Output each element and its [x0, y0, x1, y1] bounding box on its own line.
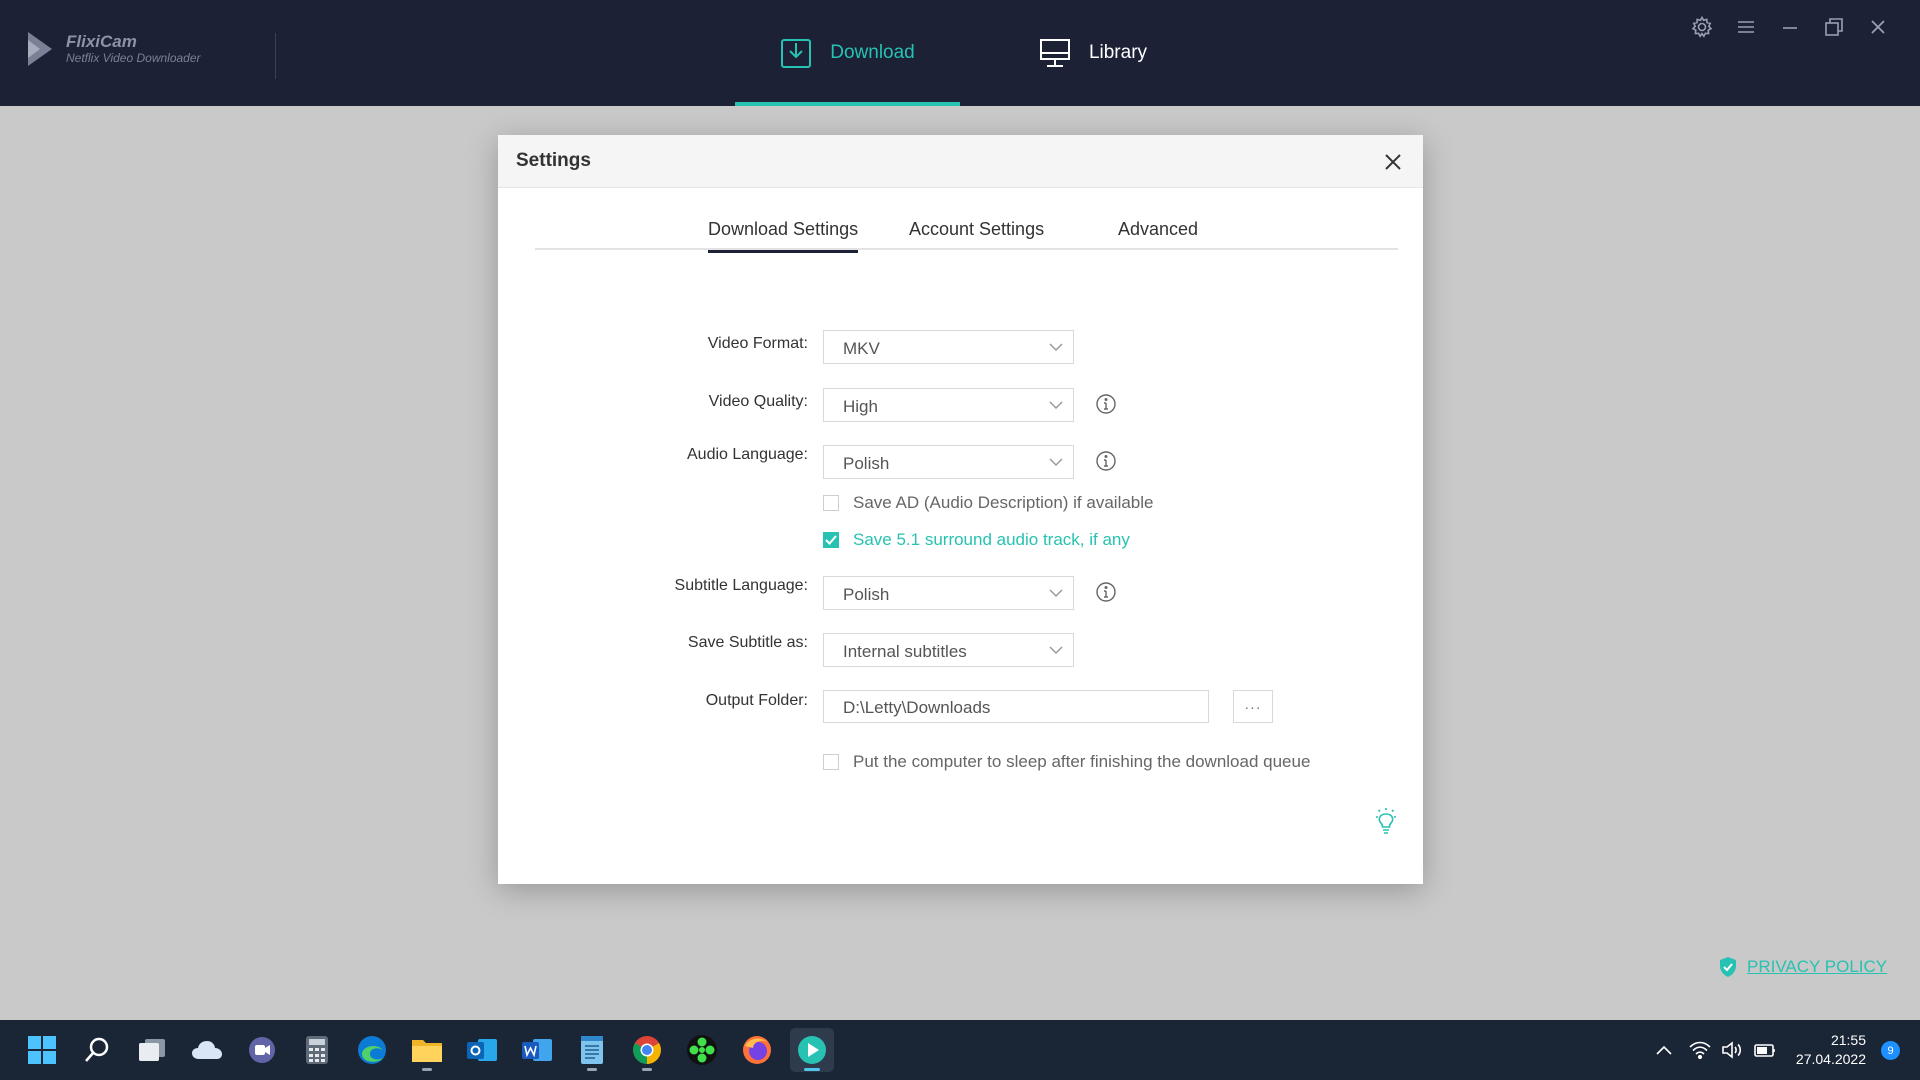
notepad-icon[interactable]	[570, 1028, 614, 1072]
header-divider	[275, 33, 276, 79]
edge-icon[interactable]	[350, 1028, 394, 1072]
chevron-down-icon	[1049, 589, 1063, 598]
app-header: FlixiCam Netflix Video Downloader Downlo…	[0, 0, 1920, 106]
chevron-up-icon[interactable]	[1655, 1044, 1673, 1056]
flixicam-icon[interactable]	[790, 1028, 834, 1072]
gear-icon[interactable]	[1680, 14, 1724, 40]
file-explorer-icon[interactable]	[405, 1028, 449, 1072]
privacy-policy-link[interactable]: PRIVACY POLICY	[1719, 956, 1887, 978]
restore-icon[interactable]	[1812, 14, 1856, 40]
info-icon[interactable]	[1095, 581, 1117, 603]
chrome-icon[interactable]	[625, 1028, 669, 1072]
wifi-icon[interactable]	[1689, 1041, 1711, 1059]
save-ad-checkbox[interactable]	[823, 495, 839, 511]
save-ad-label: Save AD (Audio Description) if available	[853, 493, 1154, 512]
teams-chat-icon[interactable]	[240, 1028, 284, 1072]
chevron-down-icon	[1049, 458, 1063, 467]
close-icon[interactable]	[1856, 14, 1900, 40]
video-format-value: MKV	[843, 339, 880, 358]
chevron-down-icon	[1049, 646, 1063, 655]
shield-check-icon	[1720, 957, 1736, 977]
app-logo: FlixiCam Netflix Video Downloader	[26, 30, 201, 68]
onedrive-icon[interactable]	[185, 1028, 229, 1072]
app-name: FlixiCam	[66, 32, 137, 52]
volume-icon[interactable]	[1721, 1041, 1743, 1059]
nav-tab-download[interactable]: Download	[735, 0, 960, 106]
save-subtitle-as-select[interactable]: Internal subtitles	[823, 633, 1074, 667]
nav-tab-library[interactable]: Library	[1008, 0, 1178, 106]
save-51-label: Save 5.1 surround audio track, if any	[853, 530, 1130, 549]
save-subtitle-as-value: Internal subtitles	[843, 642, 967, 661]
flixicam-logo-icon	[28, 32, 52, 66]
checkmark-icon	[825, 535, 837, 545]
dialog-title: Settings	[516, 150, 591, 171]
task-view-icon[interactable]	[130, 1028, 174, 1072]
word-icon[interactable]	[515, 1028, 559, 1072]
audio-language-value: Polish	[843, 454, 890, 473]
browse-folder-button[interactable]: ···	[1233, 690, 1273, 723]
settings-dialog: Settings Download Settings Account Setti…	[498, 135, 1423, 884]
system-tray	[1655, 1020, 1777, 1080]
app-subtitle: Netflix Video Downloader	[66, 50, 201, 65]
subtitle-language-value: Polish	[843, 585, 890, 604]
tab-download-settings[interactable]: Download Settings	[708, 219, 859, 253]
dialog-header: Settings	[498, 135, 1423, 188]
video-quality-value: High	[843, 397, 878, 416]
calculator-icon[interactable]	[295, 1028, 339, 1072]
info-icon[interactable]	[1095, 393, 1117, 415]
subtitle-language-label: Subtitle Language:	[674, 577, 808, 594]
running-indicator	[804, 1068, 820, 1071]
cinema-app-icon[interactable]	[680, 1028, 724, 1072]
lightbulb-icon[interactable]	[1372, 806, 1400, 836]
menu-icon[interactable]	[1724, 14, 1768, 40]
save-51-checkbox[interactable]	[823, 532, 839, 548]
audio-language-label: Audio Language:	[687, 446, 808, 463]
clock-time: 21:55	[1830, 1032, 1866, 1048]
save-51-checkbox-row[interactable]: Save 5.1 surround audio track, if any	[823, 530, 1130, 550]
output-folder-field[interactable]: D:\Letty\Downloads	[823, 690, 1209, 723]
video-format-label: Video Format:	[707, 335, 808, 352]
chevron-down-icon	[1049, 401, 1063, 410]
minimize-icon[interactable]	[1768, 14, 1812, 40]
save-subtitle-as-label: Save Subtitle as:	[687, 634, 808, 651]
taskbar-clock[interactable]: 21:55 27.04.2022	[1796, 1031, 1866, 1069]
save-ad-checkbox-row[interactable]: Save AD (Audio Description) if available	[823, 493, 1153, 513]
dialog-close-icon[interactable]	[1381, 150, 1405, 174]
chevron-down-icon	[1049, 343, 1063, 352]
monitor-icon	[1039, 37, 1071, 69]
tab-advanced[interactable]: Advanced	[1118, 219, 1198, 240]
video-quality-label: Video Quality:	[708, 393, 808, 410]
window-controls	[1680, 14, 1900, 40]
tab-account-settings[interactable]: Account Settings	[909, 219, 1044, 240]
windows-start-icon[interactable]	[20, 1028, 64, 1072]
nav-download-label: Download	[830, 42, 915, 63]
sleep-label: Put the computer to sleep after finishin…	[853, 752, 1311, 771]
firefox-icon[interactable]	[735, 1028, 779, 1072]
battery-icon[interactable]	[1753, 1042, 1777, 1058]
running-indicator	[642, 1068, 652, 1071]
running-indicator	[587, 1068, 597, 1071]
info-icon[interactable]	[1095, 450, 1117, 472]
running-indicator	[422, 1068, 432, 1071]
sleep-checkbox-row[interactable]: Put the computer to sleep after finishin…	[823, 752, 1310, 772]
subtitle-language-select[interactable]: Polish	[823, 576, 1074, 610]
outlook-icon[interactable]	[460, 1028, 504, 1072]
video-format-select[interactable]: MKV	[823, 330, 1074, 364]
download-icon	[780, 37, 812, 69]
nav-library-label: Library	[1088, 42, 1148, 63]
windows-taskbar: 21:55 27.04.2022 9	[0, 1020, 1920, 1080]
privacy-policy-label: PRIVACY POLICY	[1747, 957, 1888, 976]
search-icon[interactable]	[75, 1028, 119, 1072]
video-quality-select[interactable]: High	[823, 388, 1074, 422]
settings-tabs: Download Settings Account Settings Advan…	[535, 204, 1398, 253]
output-folder-label: Output Folder:	[705, 692, 808, 709]
clock-date: 27.04.2022	[1795, 1051, 1866, 1067]
audio-language-select[interactable]: Polish	[823, 445, 1074, 479]
notification-badge[interactable]: 9	[1881, 1041, 1900, 1060]
sleep-checkbox[interactable]	[823, 754, 839, 770]
